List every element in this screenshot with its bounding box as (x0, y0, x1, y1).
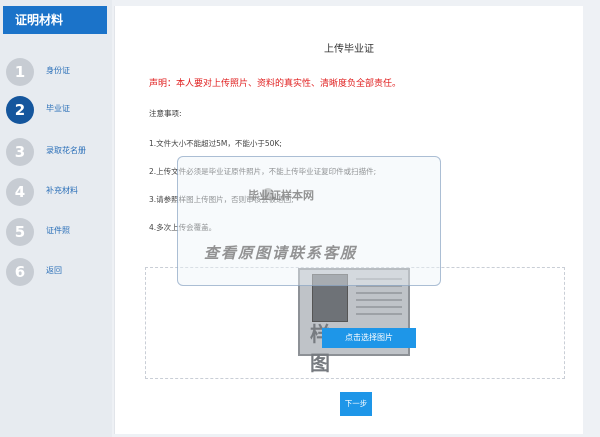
step-number: 4 (6, 178, 34, 206)
step-number: 2 (6, 96, 34, 124)
sidebar-title: 证明材料 (3, 6, 107, 34)
step-label: 证件照 (46, 226, 70, 235)
watermark-contact: 查看原图请联系客服 (204, 244, 358, 262)
step-label: 录取花名册 (46, 146, 86, 155)
sidebar: 证明材料 1 身份证 2 毕业证 3 录取花名册 4 补充材料 5 证件照 6 … (0, 0, 112, 437)
step-admission-roster[interactable]: 3 录取花名册 (6, 138, 110, 166)
step-label: 返回 (46, 266, 62, 275)
step-number: 6 (6, 258, 34, 286)
page-title: 上传毕业证 (324, 44, 374, 55)
watermark-brand: 毕业证样本网 (248, 189, 314, 202)
step-diploma[interactable]: 2 毕业证 (6, 96, 110, 124)
select-image-button[interactable]: 点击选择图片 (322, 328, 416, 348)
declaration-text: 声明：本人要对上传照片、资料的真实性、清晰度负全部责任。 (149, 79, 402, 89)
step-number: 5 (6, 218, 34, 246)
step-label: 身份证 (46, 66, 70, 75)
watermark-overlay (177, 156, 441, 286)
notes-heading: 注意事项: (149, 109, 182, 118)
step-supplementary[interactable]: 4 补充材料 (6, 178, 110, 206)
step-id-card[interactable]: 1 身份证 (6, 58, 110, 86)
next-button[interactable]: 下一步 (340, 392, 372, 416)
step-label: 补充材料 (46, 186, 78, 195)
note-item: 1.文件大小不能超过5M，不能小于50K; (149, 139, 282, 148)
step-label: 毕业证 (46, 104, 70, 113)
step-id-photo[interactable]: 5 证件照 (6, 218, 110, 246)
step-number: 3 (6, 138, 34, 166)
step-number: 1 (6, 58, 34, 86)
step-back[interactable]: 6 返回 (6, 258, 110, 286)
